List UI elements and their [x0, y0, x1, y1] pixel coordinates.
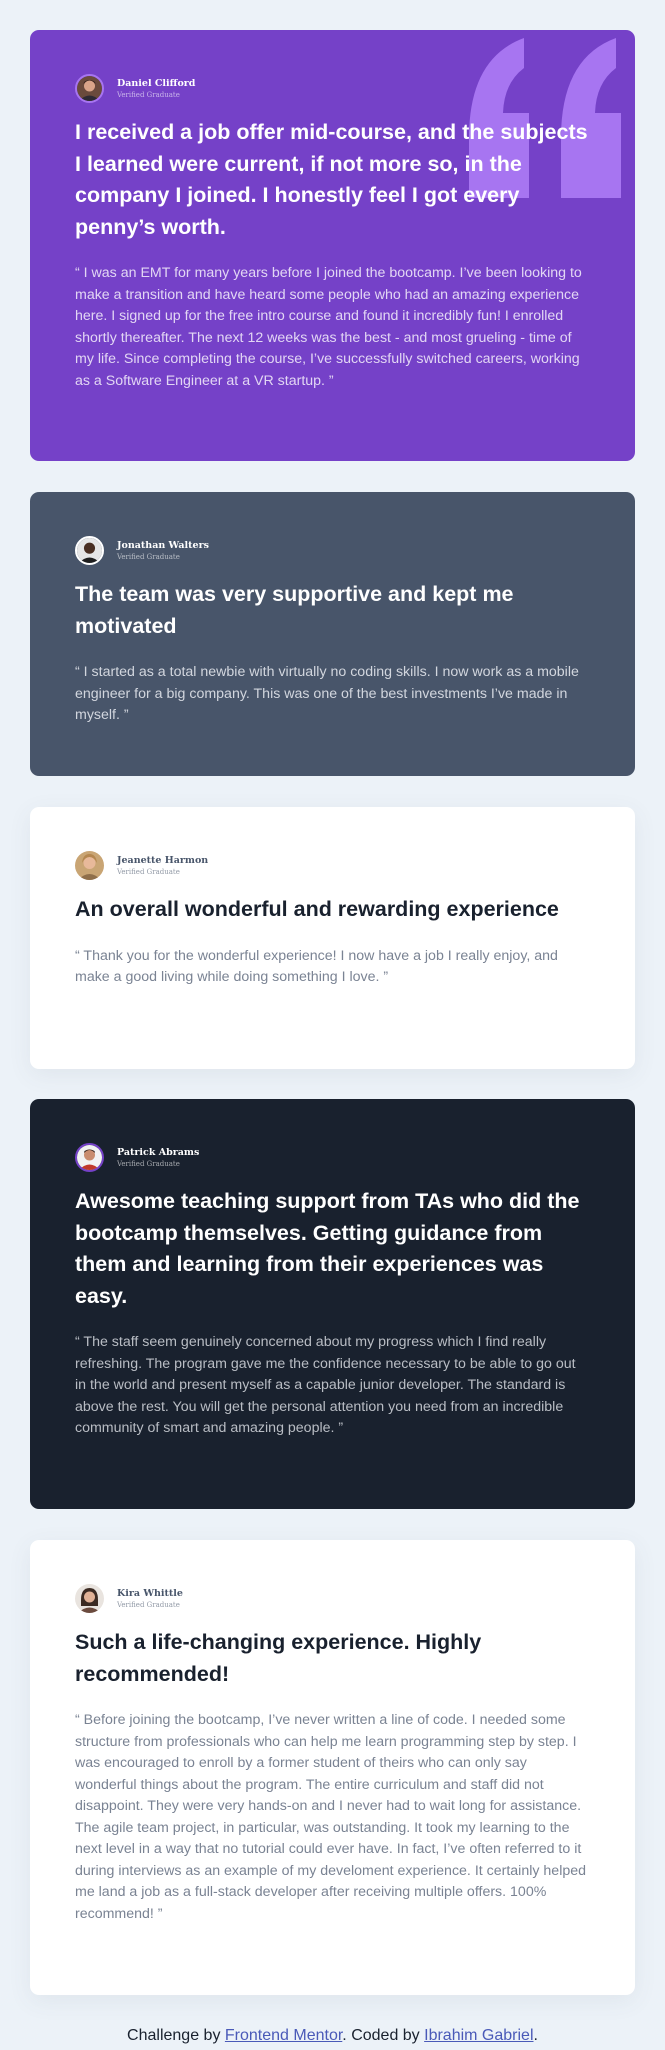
avatar [75, 1584, 104, 1613]
attribution-footer: Challenge by Frontend Mentor. Coded by I… [0, 2025, 665, 2047]
testimonial-body: “ I was an EMT for many years before I j… [75, 265, 582, 389]
author-role: Verified Graduate [117, 552, 180, 561]
testimonial-card-patrick: Patrick Abrams Verified Graduate Awesome… [30, 1099, 635, 1509]
testimonial-body: “ I started as a total newbie with virtu… [75, 664, 579, 723]
author-name: Daniel Clifford [117, 77, 196, 89]
author-info: Kira Whittle Verified Graduate [75, 1584, 590, 1613]
testimonial-headline: Awesome teaching support from TAs who di… [75, 1189, 580, 1308]
testimonial-card-daniel: Daniel Clifford Verified Graduate I rece… [30, 30, 635, 461]
author-name: Jonathan Walters [117, 539, 209, 551]
footer-suffix: . [533, 2027, 538, 2044]
author-role: Verified Graduate [117, 1600, 180, 1609]
author-info: Patrick Abrams Verified Graduate [75, 1143, 590, 1172]
testimonial-body: “ Before joining the bootcamp, I’ve neve… [75, 1712, 587, 1922]
testimonial-body: “ The staff seem genuinely concerned abo… [75, 1334, 576, 1436]
author-info: Daniel Clifford Verified Graduate [75, 74, 590, 103]
author-info: Jeanette Harmon Verified Graduate [75, 851, 590, 880]
author-role: Verified Graduate [117, 90, 180, 99]
testimonial-headline: Such a life-changing experience. Highly … [75, 1630, 482, 1686]
testimonial-body: “ Thank you for the wonderful experience… [75, 947, 558, 986]
testimonial-headline: The team was very supportive and kept me… [75, 582, 514, 638]
testimonial-headline: I received a job offer mid-course, and t… [75, 120, 588, 239]
testimonial-headline: An overall wonderful and rewarding exper… [75, 897, 559, 921]
avatar [75, 851, 104, 880]
footer-middle: . Coded by [342, 2027, 425, 2044]
testimonial-card-jeanette: Jeanette Harmon Verified Graduate An ove… [30, 807, 635, 1069]
avatar [75, 536, 104, 565]
author-name: Kira Whittle [117, 1587, 183, 1599]
avatar [75, 1143, 104, 1172]
footer-prefix: Challenge by [127, 2027, 225, 2044]
author-name: Patrick Abrams [117, 1146, 200, 1158]
avatar [75, 74, 104, 103]
testimonial-card-kira: Kira Whittle Verified Graduate Such a li… [30, 1540, 635, 1995]
testimonial-card-jonathan: Jonathan Walters Verified Graduate The t… [30, 492, 635, 776]
author-role: Verified Graduate [117, 867, 180, 876]
author-role: Verified Graduate [117, 1159, 180, 1168]
author-info: Jonathan Walters Verified Graduate [75, 536, 590, 565]
frontend-mentor-link[interactable]: Frontend Mentor [225, 2027, 342, 2044]
author-name: Jeanette Harmon [117, 854, 209, 866]
author-link[interactable]: Ibrahim Gabriel [424, 2027, 533, 2044]
